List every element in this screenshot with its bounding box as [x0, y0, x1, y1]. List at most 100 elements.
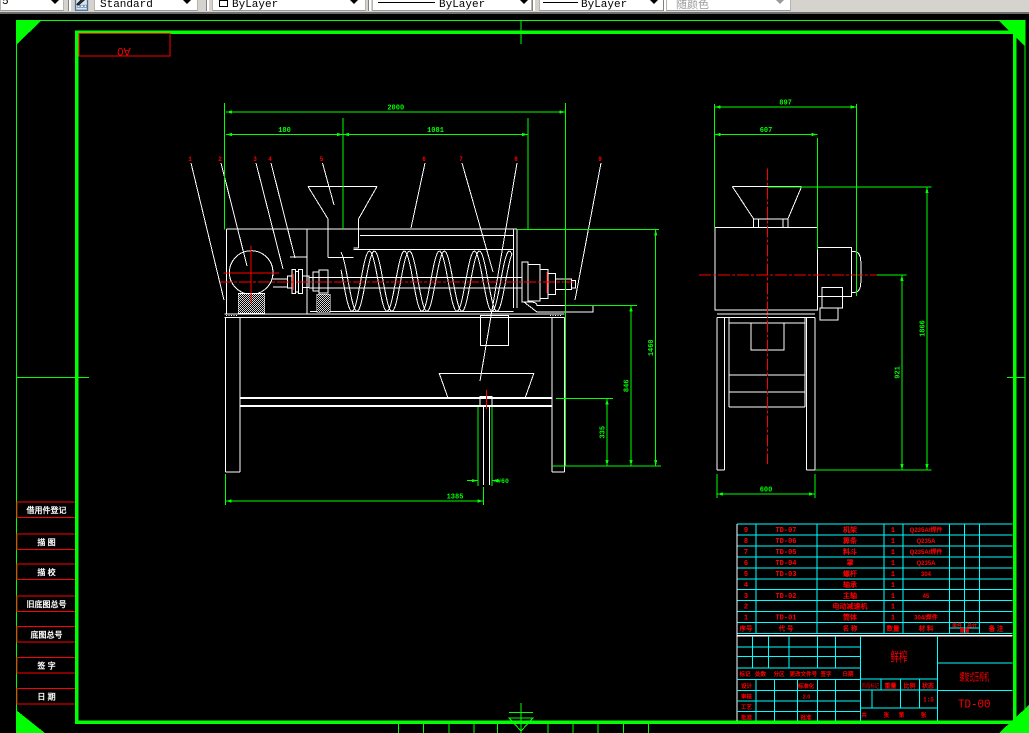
svg-text:1: 1 — [891, 538, 895, 546]
svg-text:机架: 机架 — [843, 525, 857, 534]
svg-text:3: 3 — [744, 593, 748, 601]
svg-text:5: 5 — [744, 571, 748, 579]
svg-text:846: 846 — [624, 379, 632, 392]
svg-text:备 注: 备 注 — [988, 624, 1004, 633]
svg-text:2000: 2000 — [387, 105, 404, 113]
svg-text:TD-01: TD-01 — [775, 615, 796, 623]
svg-text:签 字: 签 字 — [36, 661, 55, 671]
svg-text:标准化: 标准化 — [797, 682, 815, 690]
svg-text:TD-05: TD-05 — [775, 549, 796, 557]
svg-text:日期: 日期 — [842, 670, 854, 678]
svg-text:电动减速机: 电动减速机 — [833, 602, 868, 611]
svg-text:批准: 批准 — [741, 713, 753, 721]
svg-text:比例: 比例 — [903, 682, 915, 690]
svg-text:日 期: 日 期 — [37, 692, 55, 702]
svg-text:序号: 序号 — [739, 624, 754, 633]
svg-text:1:5: 1:5 — [923, 697, 934, 704]
svg-text:TD-00: TD-00 — [958, 699, 991, 712]
svg-text:180: 180 — [278, 127, 291, 135]
svg-text:更改文件号: 更改文件号 — [790, 670, 818, 678]
svg-text:Q235A: Q235A — [916, 539, 936, 545]
svg-text:2.0: 2.0 — [803, 695, 811, 701]
svg-text:材 料: 材 料 — [918, 624, 934, 633]
svg-text:描 图: 描 图 — [37, 537, 55, 547]
svg-text:代 号: 代 号 — [778, 624, 794, 633]
svg-text:1: 1 — [891, 582, 895, 590]
svg-text:分区: 分区 — [773, 670, 785, 678]
svg-text:Q235A/焊件: Q235A/焊件 — [910, 548, 943, 556]
svg-text:45: 45 — [923, 594, 930, 600]
svg-text:张: 张 — [884, 711, 890, 719]
svg-text:签字: 签字 — [819, 670, 832, 678]
svg-text:第: 第 — [899, 711, 905, 719]
svg-text:4: 4 — [744, 582, 748, 590]
svg-text:审核: 审核 — [741, 692, 753, 700]
svg-text:1: 1 — [891, 615, 895, 623]
svg-text:335: 335 — [600, 426, 608, 439]
svg-text:螺杆: 螺杆 — [843, 569, 857, 578]
svg-text:箅条: 箅条 — [843, 536, 858, 545]
svg-text:2: 2 — [744, 604, 748, 612]
svg-text:304: 304 — [921, 572, 932, 578]
svg-text:主轴: 主轴 — [843, 591, 857, 600]
svg-text:#60: #60 — [497, 478, 509, 485]
svg-text:9: 9 — [598, 156, 602, 163]
svg-text:筒体: 筒体 — [843, 613, 858, 622]
svg-text:1: 1 — [891, 571, 895, 579]
svg-text:批准: 批准 — [800, 713, 812, 721]
svg-text:6: 6 — [422, 156, 426, 163]
svg-text:7: 7 — [744, 549, 748, 557]
svg-text:1: 1 — [744, 615, 748, 623]
svg-text:螺旋式压榨机: 螺旋式压榨机 — [960, 671, 990, 684]
svg-text:1: 1 — [891, 604, 895, 612]
svg-text:1081: 1081 — [427, 127, 444, 135]
svg-text:1866: 1866 — [919, 320, 927, 337]
svg-text:9: 9 — [744, 527, 748, 535]
svg-text:1: 1 — [891, 593, 895, 601]
svg-text:TD-06: TD-06 — [775, 538, 796, 546]
svg-text:304/焊件: 304/焊件 — [914, 614, 938, 622]
svg-text:921: 921 — [894, 366, 902, 379]
svg-text:张: 张 — [921, 711, 927, 719]
svg-text:设计: 设计 — [741, 682, 753, 690]
svg-text:轴承: 轴承 — [843, 580, 857, 589]
svg-text:1: 1 — [891, 527, 895, 535]
svg-text:TD-07: TD-07 — [775, 527, 796, 535]
svg-text:TD-03: TD-03 — [775, 571, 796, 579]
svg-text:897: 897 — [779, 100, 792, 108]
svg-text:状态: 状态 — [922, 682, 934, 690]
svg-text:8: 8 — [744, 538, 748, 546]
svg-text:阶段标记: 阶段标记 — [862, 682, 879, 690]
svg-text:旧底图总号: 旧底图总号 — [27, 599, 67, 609]
svg-text:600: 600 — [760, 487, 773, 495]
svg-text:1: 1 — [891, 560, 895, 568]
svg-text:A0: A0 — [117, 45, 130, 57]
svg-text:7: 7 — [459, 156, 463, 163]
svg-text:重量: 重量 — [959, 627, 969, 634]
svg-text:处数: 处数 — [754, 670, 767, 678]
svg-text:重量: 重量 — [884, 682, 896, 690]
svg-text:2: 2 — [218, 156, 222, 163]
svg-text:底图总号: 底图总号 — [30, 630, 63, 640]
svg-text:1: 1 — [188, 156, 192, 163]
svg-text:Q235A/焊件: Q235A/焊件 — [910, 526, 943, 534]
svg-text:共: 共 — [861, 711, 867, 719]
svg-text:1460: 1460 — [648, 339, 656, 356]
svg-text:1: 1 — [891, 549, 895, 557]
svg-text:标记: 标记 — [738, 670, 751, 678]
svg-text:工艺: 工艺 — [741, 703, 753, 711]
svg-text:料斗: 料斗 — [843, 547, 857, 556]
svg-text:5: 5 — [320, 156, 324, 163]
svg-text:罩: 罩 — [847, 558, 854, 567]
svg-text:3: 3 — [253, 156, 257, 163]
svg-text:鲜榨: 鲜榨 — [891, 650, 908, 665]
svg-text:8: 8 — [514, 156, 518, 163]
svg-text:借用件登记: 借用件登记 — [26, 505, 67, 515]
svg-text:6: 6 — [744, 560, 748, 568]
svg-text:607: 607 — [760, 127, 773, 135]
svg-text:4: 4 — [268, 156, 272, 163]
svg-text:TD-02: TD-02 — [775, 593, 796, 601]
svg-text:数量: 数量 — [887, 624, 901, 633]
svg-text:描 校: 描 校 — [37, 567, 56, 577]
svg-text:Q235A: Q235A — [916, 561, 936, 567]
